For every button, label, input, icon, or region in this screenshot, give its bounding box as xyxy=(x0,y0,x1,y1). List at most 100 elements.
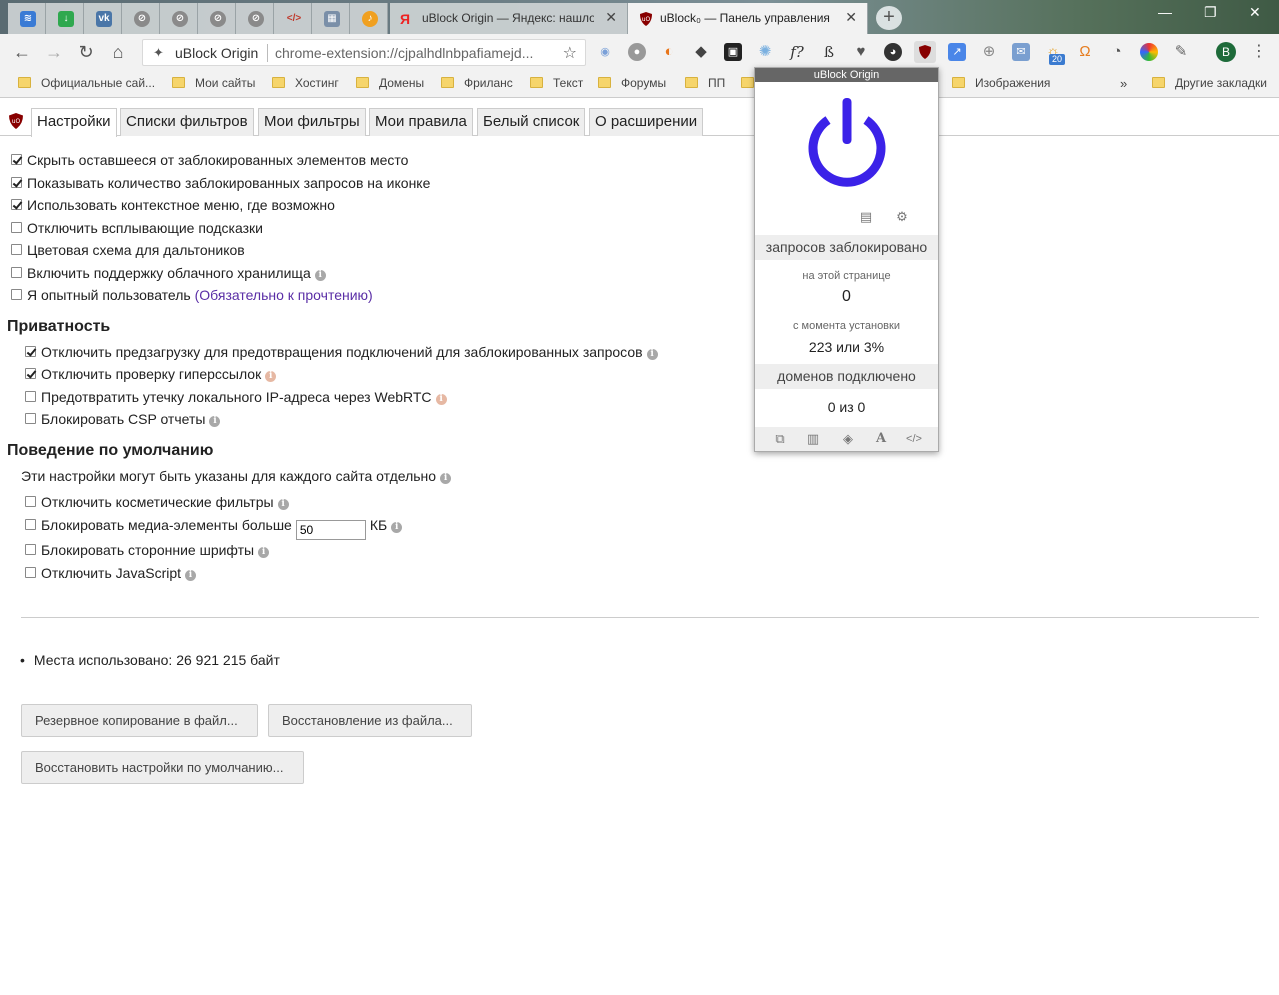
bookmark-folder[interactable]: ПП xyxy=(685,76,725,90)
other-bookmarks[interactable]: Другие закладки xyxy=(1152,76,1267,90)
popup-block-icon[interactable]: ⧉ xyxy=(770,431,790,447)
forward-icon[interactable]: → xyxy=(43,41,65,63)
checkbox[interactable] xyxy=(11,289,22,300)
tab-settings[interactable]: Настройки xyxy=(31,108,117,137)
minimize-icon[interactable]: — xyxy=(1158,4,1172,20)
checkbox[interactable] xyxy=(25,413,36,424)
info-icon[interactable]: i xyxy=(391,522,403,533)
close-tab-icon[interactable]: ✕ xyxy=(845,9,857,26)
checkbox[interactable] xyxy=(11,199,22,210)
tab-yandex[interactable]: Я uBlock Origin — Яндекс: нашло ✕ xyxy=(390,3,628,34)
info-icon[interactable]: i xyxy=(440,473,452,484)
checkbox[interactable] xyxy=(25,567,36,578)
chart-extension-icon[interactable]: ↗ xyxy=(948,43,966,61)
home-icon[interactable]: ⌂ xyxy=(107,41,129,63)
pinned-tab[interactable]: </> xyxy=(274,3,312,34)
eye-extension-icon[interactable]: ◉ xyxy=(596,43,614,61)
dark-extension-icon[interactable]: ◕ xyxy=(884,43,902,61)
checkbox[interactable] xyxy=(11,177,22,188)
menu-icon[interactable]: ⋮ xyxy=(1248,41,1270,63)
url-text[interactable]: chrome-extension://cjpalhdlnbpafiamejd..… xyxy=(275,45,533,61)
reload-icon[interactable]: ↻ xyxy=(75,41,97,63)
gear-extension-icon[interactable]: ✺ xyxy=(756,43,774,61)
reset-defaults-button[interactable]: Восстановить настройки по умолчанию... xyxy=(21,751,304,784)
pinned-tab[interactable]: ♪ xyxy=(350,3,388,34)
bookmark-star-icon[interactable]: ☆ xyxy=(563,43,577,63)
profile-avatar[interactable]: B xyxy=(1216,42,1236,62)
info-icon[interactable]: i xyxy=(277,499,289,510)
bookmark-folder[interactable]: Текст xyxy=(530,76,583,90)
tab-ublock-dashboard[interactable]: uO uBlock₀ — Панель управления ✕ xyxy=(628,3,868,34)
pinned-tab[interactable]: vk xyxy=(84,3,122,34)
javascript-block-icon[interactable]: </> xyxy=(904,431,924,447)
checkbox[interactable] xyxy=(11,244,22,255)
ublock-toolbar-button[interactable] xyxy=(914,41,936,63)
info-icon[interactable]: i xyxy=(314,270,326,281)
new-tab-button[interactable]: + xyxy=(876,6,902,30)
checkbox[interactable] xyxy=(25,391,36,402)
bookmark-folder[interactable]: Официальные сай... xyxy=(18,76,155,90)
media-size-input[interactable] xyxy=(295,520,366,540)
beta-extension-icon[interactable]: ß xyxy=(820,43,838,61)
bookmark-folder[interactable]: Форумы xyxy=(598,76,666,90)
pocket-icon[interactable]: ♥ xyxy=(852,43,870,61)
magnet-extension-icon[interactable]: Ω xyxy=(1076,43,1094,61)
more-bookmarks-chevron[interactable]: » xyxy=(1120,76,1127,91)
checkbox[interactable] xyxy=(25,346,36,357)
bookmark-folder[interactable]: Изображения xyxy=(952,76,1050,90)
checkbox[interactable] xyxy=(11,154,22,165)
logger-icon[interactable]: ▤ xyxy=(857,210,875,224)
network-extension-icon[interactable]: ⊕ xyxy=(980,43,998,61)
info-icon[interactable]: i xyxy=(265,371,277,382)
address-bar[interactable]: ✦ uBlock Origin chrome-extension://cjpal… xyxy=(142,39,586,66)
bookmark-folder[interactable]: Мои сайты xyxy=(172,76,255,90)
info-icon[interactable]: i xyxy=(435,394,447,405)
info-icon[interactable]: i xyxy=(258,547,270,558)
checkbox[interactable] xyxy=(25,519,36,530)
tab-my-filters[interactable]: Мои фильтры xyxy=(258,108,366,136)
close-tab-icon[interactable]: ✕ xyxy=(605,9,617,26)
flame-extension-icon[interactable]: ◐ xyxy=(660,43,678,61)
tab-whitelist[interactable]: Белый список xyxy=(477,108,586,136)
pinned-tab[interactable]: ▦ xyxy=(312,3,350,34)
pinned-tab[interactable]: ⊘ xyxy=(160,3,198,34)
mail-extension-icon[interactable]: ✉ xyxy=(1012,43,1030,61)
bookmark-folder[interactable]: Хостинг xyxy=(272,76,339,90)
advanced-user-link[interactable]: (Обязательно к прочтению) xyxy=(195,287,373,303)
pinned-tab[interactable]: ⊘ xyxy=(198,3,236,34)
bookmark-folder[interactable]: Домены xyxy=(356,76,424,90)
tab-filter-lists[interactable]: Списки фильтров xyxy=(120,108,254,136)
color-extension-icon[interactable] xyxy=(1140,43,1158,61)
info-icon[interactable]: i xyxy=(646,349,658,360)
pinned-tab[interactable]: ⊘ xyxy=(236,3,274,34)
cosmetic-filter-icon[interactable]: ◈ xyxy=(838,431,858,447)
chat-extension-icon[interactable]: ◔ xyxy=(1108,43,1126,61)
restore-button[interactable]: Восстановление из файла... xyxy=(268,704,472,737)
restore-icon[interactable]: ❐ xyxy=(1204,4,1217,21)
layers-extension-icon[interactable]: ◆ xyxy=(692,43,710,61)
checkbox[interactable] xyxy=(25,496,36,507)
black-extension-icon[interactable]: ▣ xyxy=(724,43,742,61)
globe-extension-icon[interactable]: ● xyxy=(628,43,646,61)
bookmark-folder[interactable]: Фриланс xyxy=(441,76,513,90)
checkbox[interactable] xyxy=(25,544,36,555)
close-window-icon[interactable]: ✕ xyxy=(1249,4,1261,21)
tab-my-rules[interactable]: Мои правила xyxy=(369,108,473,136)
dashboard-settings-icon[interactable]: ⚙ xyxy=(893,210,911,224)
info-icon[interactable]: i xyxy=(209,416,221,427)
back-icon[interactable]: ← xyxy=(11,41,33,63)
power-icon[interactable] xyxy=(804,96,890,190)
checkbox[interactable] xyxy=(25,368,36,379)
font-block-icon[interactable]: A xyxy=(871,431,891,447)
pinned-tab[interactable]: ≋ xyxy=(8,3,46,34)
media-block-icon[interactable]: ▥ xyxy=(803,431,823,447)
font-extension-icon[interactable]: f? xyxy=(788,43,806,61)
checkbox[interactable] xyxy=(11,222,22,233)
tab-about[interactable]: О расширении xyxy=(589,108,704,136)
pinned-tab[interactable]: ⊘ xyxy=(122,3,160,34)
checkbox[interactable] xyxy=(11,267,22,278)
eyedropper-extension-icon[interactable]: ✎ xyxy=(1172,43,1190,61)
backup-button[interactable]: Резервное копирование в файл... xyxy=(21,704,258,737)
info-icon[interactable]: i xyxy=(185,570,197,581)
pinned-tab[interactable]: ↓ xyxy=(46,3,84,34)
